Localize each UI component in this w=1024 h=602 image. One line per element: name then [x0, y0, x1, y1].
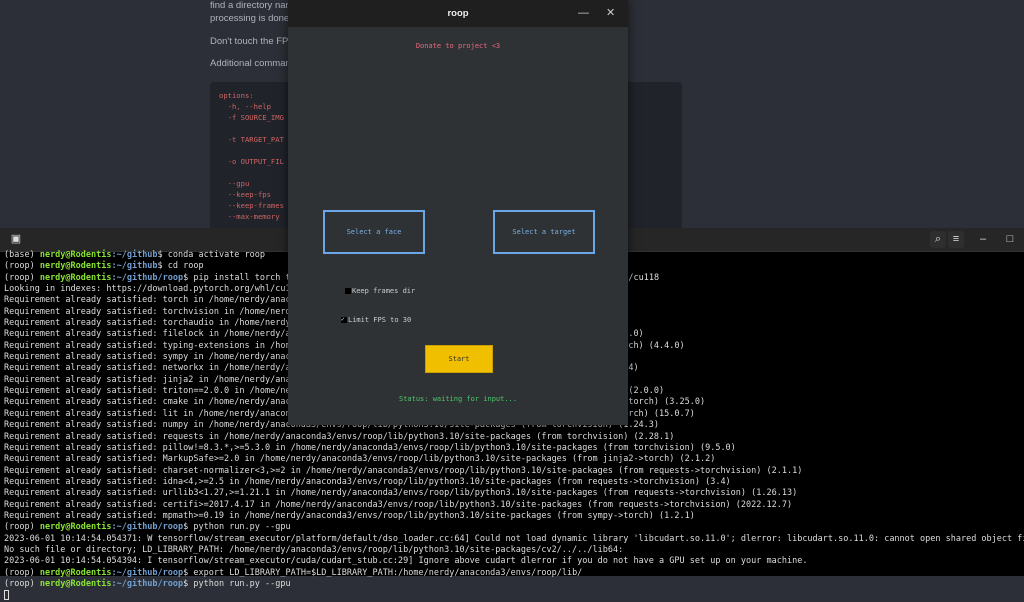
terminal-line: 2023-06-01 10:14:54.054394: I tensorflow… — [4, 556, 808, 567]
keep-frames-checkbox[interactable]: Keep frames dir — [345, 287, 415, 295]
doc-text: Don't touch the FPS — [210, 36, 295, 47]
prompt-path: :~/github/roop — [111, 567, 184, 578]
checkbox-unchecked[interactable] — [345, 288, 351, 294]
prompt-path: :~/github/roop — [111, 272, 184, 283]
prompt-env: (base) — [4, 250, 40, 260]
prompt-env: (roop) — [4, 578, 40, 589]
maximize-icon[interactable]: □ — [1002, 231, 1018, 248]
terminal-cursor-line — [4, 590, 1024, 601]
terminal-line: Requirement already satisfied: certifi>=… — [4, 499, 793, 510]
command: $ cd roop — [157, 261, 204, 272]
donate-link[interactable]: Donate to project <3 — [288, 42, 628, 50]
select-face-button[interactable]: Select a face — [323, 210, 425, 254]
terminal-line: Requirement already satisfied: idna<4,>=… — [4, 476, 731, 487]
terminal-line: Requirement already satisfied: mpmath>=0… — [4, 510, 695, 521]
prompt-env: (roop) — [4, 522, 40, 533]
prompt-user: nerdy@Rodentis — [39, 272, 112, 283]
prompt-env: (roop) — [4, 261, 40, 272]
prompt-path: :~/github — [111, 250, 158, 260]
prompt-env: (roop) — [4, 272, 40, 283]
prompt-path: :~/github/roop — [111, 522, 184, 533]
prompt-env: (roop) — [4, 567, 40, 578]
prompt-user: nerdy@Rodentis — [39, 261, 112, 272]
minimize-icon[interactable]: – — [975, 231, 991, 248]
limit-fps-label: Limit FPS to 30 — [348, 316, 412, 324]
start-button[interactable]: Start — [425, 345, 493, 373]
terminal-prompt-line: (roop) nerdy@Rodentis:~/github/roop$ exp… — [4, 568, 1024, 579]
prompt-user: nerdy@Rodentis — [39, 250, 112, 260]
select-target-button[interactable]: Select a target — [493, 210, 595, 254]
command: $ python run.py --gpu — [183, 578, 291, 589]
terminal-line: No such file or directory; LD_LIBRARY_PA… — [4, 544, 624, 555]
terminal-cursor — [4, 590, 9, 601]
terminal-line: Requirement already satisfied: requests … — [4, 431, 675, 442]
command: $ conda activate roop — [157, 250, 266, 260]
terminal-line: Requirement already satisfied: pillow!=8… — [4, 442, 736, 453]
roop-titlebar: roop — ✕ — [288, 0, 628, 27]
terminal-prompt-line: (roop) nerdy@Rodentis:~/github/roop$ pyt… — [4, 522, 1024, 533]
keep-frames-label: Keep frames dir — [352, 287, 416, 295]
prompt-path: :~/github — [111, 261, 158, 272]
terminal-line: Requirement already satisfied: MarkupSaf… — [4, 454, 716, 465]
terminal-line: Requirement already satisfied: urllib3<1… — [4, 488, 798, 499]
minimize-button[interactable]: — — [578, 0, 589, 27]
terminal-line: 2023-06-01 10:14:54.054371: W tensorflow… — [4, 533, 1024, 544]
command: $ export LD_LIBRARY_PATH=$LD_LIBRARY_PAT… — [183, 567, 583, 578]
roop-window: roop — ✕ Donate to project <3 Select a f… — [288, 0, 628, 425]
checkbox-checked[interactable]: ✓ — [341, 317, 347, 323]
prompt-user: nerdy@Rodentis — [39, 522, 112, 533]
status-text: Status: waiting for input... — [398, 395, 517, 403]
window-title: roop — [447, 8, 469, 19]
prompt-user: nerdy@Rodentis — [39, 567, 112, 578]
prompt-path: :~/github/roop — [111, 578, 184, 589]
menu-icon[interactable]: ≡ — [948, 231, 964, 248]
search-icon[interactable]: ⌕ — [930, 231, 946, 248]
limit-fps-checkbox[interactable]: ✓ Limit FPS to 30 — [341, 316, 411, 324]
close-button[interactable]: ✕ — [606, 0, 615, 27]
prompt-user: nerdy@Rodentis — [39, 578, 112, 589]
terminal-prompt-line: (roop) nerdy@Rodentis:~/github/roop$ pyt… — [4, 579, 1024, 590]
terminal-icon: ▣ — [10, 233, 22, 245]
terminal-line: Requirement already satisfied: charset-n… — [4, 465, 803, 476]
doc-text: Additional command — [210, 58, 297, 69]
command: $ python run.py --gpu — [183, 522, 291, 533]
doc-text: processing is done, — [210, 13, 292, 24]
